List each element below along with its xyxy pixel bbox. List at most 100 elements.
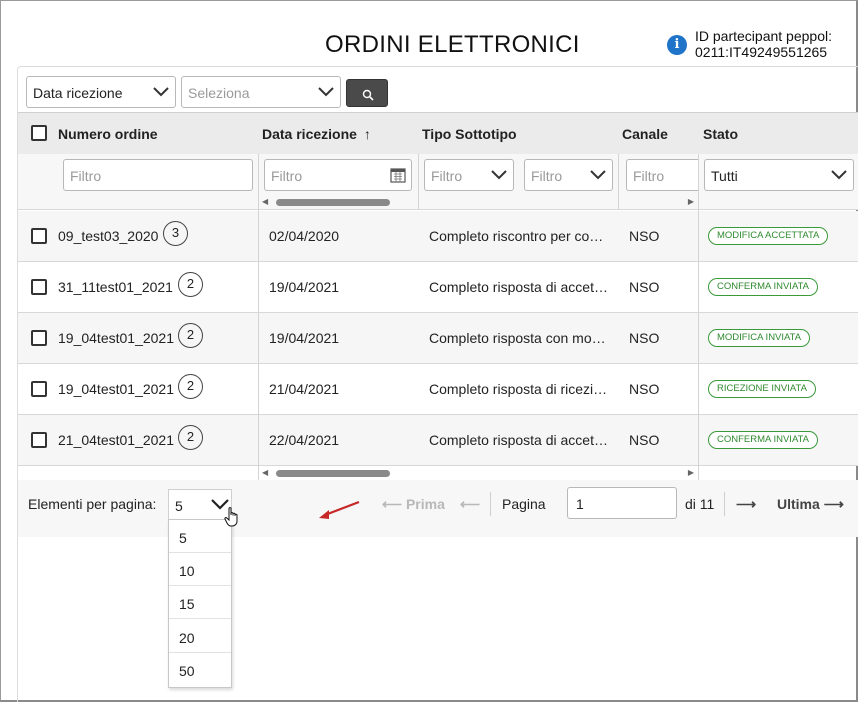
- header-data-ricezione-label: Data ricezione: [262, 126, 357, 142]
- search-button[interactable]: [346, 79, 388, 107]
- first-page-label: Prima: [405, 496, 445, 512]
- scroll-right-icon[interactable]: ▶: [688, 468, 694, 477]
- order-type: Completo risposta con mo…: [429, 330, 606, 346]
- order-type: Completo risposta di accet…: [429, 432, 608, 448]
- page-number-input[interactable]: 1: [567, 487, 677, 519]
- arrow-right-icon: ⟶: [736, 496, 757, 512]
- order-channel: NSO: [629, 279, 660, 295]
- row-checkbox[interactable]: [31, 228, 47, 244]
- horizontal-scrollbar-bottom[interactable]: ◀ ▶: [262, 467, 698, 479]
- column-divider: [698, 154, 699, 480]
- filter-placeholder: Filtro: [70, 168, 102, 184]
- order-number[interactable]: 21_04test01_2021: [58, 432, 174, 448]
- table-row[interactable]: 21_04test01_2021 2 22/04/2021 Completo r…: [18, 415, 858, 466]
- order-channel: NSO: [629, 228, 660, 244]
- first-page-button[interactable]: ⟵ Prima: [382, 496, 445, 513]
- scroll-thumb[interactable]: [276, 199, 390, 206]
- per-page-option[interactable]: 15: [169, 586, 231, 619]
- chevron-down-icon: [491, 170, 507, 180]
- per-page-option[interactable]: 20: [169, 620, 231, 653]
- order-date: 21/04/2021: [269, 381, 340, 397]
- order-number[interactable]: 09_test03_2020: [58, 228, 158, 244]
- calendar-icon[interactable]: [390, 167, 406, 183]
- order-number[interactable]: 19_04test01_2021: [58, 381, 174, 397]
- arrow-right-icon: ⟶: [823, 496, 844, 512]
- annotation-arrow-icon: [319, 500, 360, 519]
- order-date: 19/04/2021: [269, 330, 340, 346]
- per-page-dropdown: 5 10 15 20 50: [168, 519, 232, 688]
- table-row[interactable]: 19_04test01_2021 2 21/04/2021 Completo r…: [18, 364, 858, 415]
- horizontal-scrollbar-top[interactable]: ◀ ▶: [262, 196, 698, 208]
- order-date: 19/04/2021: [269, 279, 340, 295]
- scroll-left-icon[interactable]: ◀: [262, 468, 268, 477]
- prev-page-button[interactable]: ⟵: [460, 496, 480, 513]
- table-row[interactable]: 19_04test01_2021 2 19/04/2021 Completo r…: [18, 313, 858, 364]
- filter-canale-input[interactable]: Filtro: [626, 159, 698, 191]
- order-channel: NSO: [629, 432, 660, 448]
- filter-sottotipo-select[interactable]: Filtro: [524, 159, 613, 191]
- hand-cursor-icon: [224, 507, 238, 527]
- status-badge: CONFERMA INVIATA: [708, 278, 819, 296]
- range-select[interactable]: Seleziona: [181, 76, 341, 108]
- order-type: Completo risposta di ricezi…: [429, 381, 608, 397]
- status-badge: CONFERMA INVIATA: [708, 431, 819, 449]
- row-checkbox[interactable]: [31, 381, 47, 397]
- range-placeholder: Seleziona: [188, 85, 250, 101]
- header-numero-ordine[interactable]: Numero ordine: [58, 126, 158, 142]
- date-field-select[interactable]: Data ricezione: [26, 76, 176, 108]
- order-type: Completo riscontro per co…: [429, 228, 604, 244]
- order-count-badge[interactable]: 3: [163, 221, 188, 246]
- last-page-label: Ultima: [777, 496, 820, 512]
- order-channel: NSO: [629, 381, 660, 397]
- column-divider: [258, 154, 259, 480]
- filter-stato-value: Tutti: [711, 168, 738, 184]
- filter-tipo-select[interactable]: Filtro: [424, 159, 514, 191]
- page-count: di 11: [685, 496, 715, 512]
- filter-placeholder: Filtro: [431, 168, 463, 184]
- scroll-thumb[interactable]: [276, 470, 390, 477]
- filter-placeholder: Filtro: [633, 168, 665, 184]
- peppol-label: ID partecipant peppol:: [695, 28, 832, 44]
- pagination-divider: [490, 492, 491, 516]
- date-field-value: Data ricezione: [33, 85, 123, 101]
- row-checkbox[interactable]: [31, 279, 47, 295]
- status-badge: MODIFICA INVIATA: [708, 329, 811, 347]
- column-divider: [618, 154, 619, 210]
- table-row[interactable]: 09_test03_2020 3 02/04/2020 Completo ris…: [18, 211, 858, 262]
- chevron-down-icon: [153, 87, 169, 97]
- order-channel: NSO: [629, 330, 660, 346]
- order-type: Completo risposta di accet…: [429, 279, 608, 295]
- filter-stato-select[interactable]: Tutti: [704, 159, 854, 191]
- filter-numero-input[interactable]: Filtro: [63, 159, 253, 191]
- order-count-badge[interactable]: 2: [178, 323, 203, 348]
- table-row[interactable]: 31_11test01_2021 2 19/04/2021 Completo r…: [18, 262, 858, 313]
- per-page-label: Elementi per pagina:: [28, 496, 157, 512]
- header-data-ricezione[interactable]: Data ricezione ↑: [262, 126, 371, 142]
- chevron-down-icon: [318, 87, 334, 97]
- scroll-right-icon[interactable]: ▶: [688, 197, 694, 206]
- last-page-button[interactable]: Ultima ⟶: [777, 496, 844, 513]
- filter-data-input[interactable]: Filtro: [264, 159, 412, 191]
- next-page-button[interactable]: ⟶: [736, 496, 756, 513]
- header-stato[interactable]: Stato: [703, 126, 738, 142]
- per-page-option[interactable]: 5: [169, 520, 231, 553]
- table-header: Numero ordine Data ricezione ↑ Tipo Sott…: [18, 112, 858, 154]
- order-number[interactable]: 31_11test01_2021: [58, 279, 173, 295]
- info-icon[interactable]: i: [667, 35, 687, 55]
- select-all-checkbox[interactable]: [31, 125, 47, 141]
- sort-up-icon: ↑: [363, 126, 371, 142]
- search-icon: [362, 89, 374, 101]
- per-page-select[interactable]: 5: [168, 489, 232, 519]
- per-page-option[interactable]: 10: [169, 553, 231, 586]
- order-count-badge[interactable]: 2: [178, 374, 203, 399]
- header-canale[interactable]: Canale: [622, 126, 668, 142]
- order-number[interactable]: 19_04test01_2021: [58, 330, 174, 346]
- order-count-badge[interactable]: 2: [178, 272, 203, 297]
- scroll-left-icon[interactable]: ◀: [262, 197, 268, 206]
- row-checkbox[interactable]: [31, 330, 47, 346]
- header-tipo-sottotipo[interactable]: Tipo Sottotipo: [422, 126, 517, 142]
- row-checkbox[interactable]: [31, 432, 47, 448]
- per-page-option[interactable]: 50: [169, 653, 231, 686]
- order-count-badge[interactable]: 2: [178, 425, 203, 450]
- filter-placeholder: Filtro: [531, 168, 563, 184]
